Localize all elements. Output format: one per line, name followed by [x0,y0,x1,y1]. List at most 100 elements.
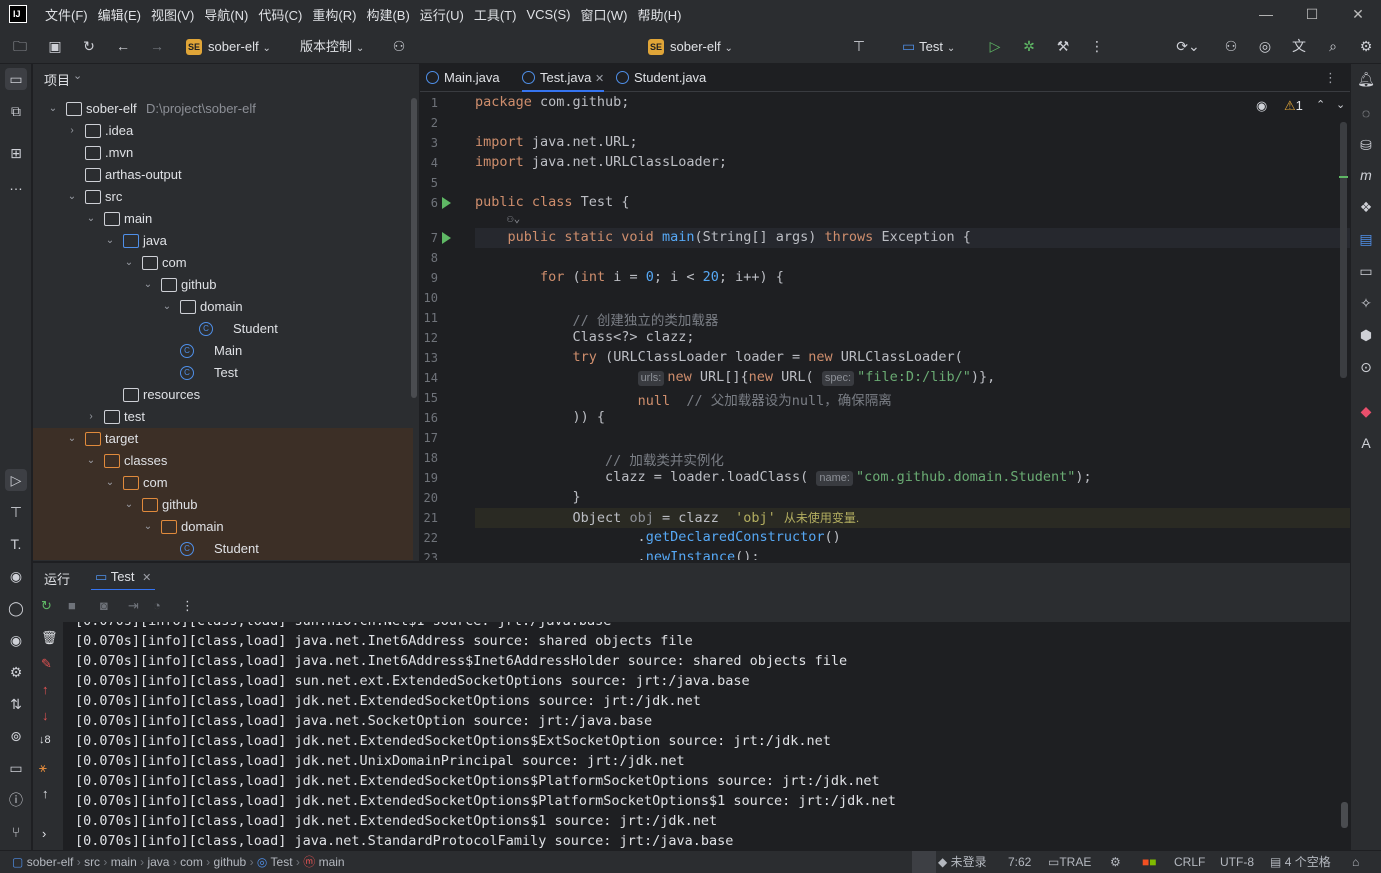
tree-row-com[interactable]: ⌄ com [33,252,413,274]
code-lens-hint[interactable]: ⚇⌄ [507,212,520,225]
reader-mode-eye-icon[interactable]: ◉ [1256,98,1267,114]
terminal-tool-icon[interactable]: T. [5,533,27,555]
menu-tools[interactable]: 工具(T) [469,5,522,24]
chevron-right-icon[interactable]: › [85,406,97,428]
problems-tool-icon[interactable]: ◯ [5,597,27,619]
chevron-down-icon[interactable]: ⌄ [66,428,78,450]
minimize-icon[interactable]: — [1243,0,1289,28]
tab-test-java[interactable]: Test.java ✕ [522,64,605,92]
structure-tool-icon[interactable]: ⊞ [5,142,27,164]
document-icon[interactable]: ▤ [1355,228,1377,250]
lock-icon[interactable]: ⌂ [1352,851,1359,873]
add-user-icon[interactable]: ⚇ [388,28,410,64]
run-icon[interactable]: ▷ [984,28,1006,64]
line-separator[interactable]: CRLF [1174,851,1205,873]
chevron-down-icon[interactable]: ⌄ [142,274,154,296]
trae-widget[interactable]: ▭TRAE [1048,851,1091,873]
run-class-gutter-icon[interactable] [442,197,451,209]
tree-row-domain[interactable]: ⌄ domain [33,296,413,318]
chevron-down-icon[interactable]: ⌄ [104,472,116,494]
tree-row-soberelf[interactable]: ⌄ sober-elf D:\project\sober-elf [33,98,413,120]
chevron-down-icon[interactable]: ⌄ [123,494,135,516]
menu-vcs[interactable]: VCS(S) [521,7,575,22]
tabs-more-icon[interactable]: ⋮ [1324,64,1337,92]
tree-row-target[interactable]: ⌄ target [33,428,413,450]
tab-main-java[interactable]: Main.java [426,64,500,92]
close-tab-icon[interactable]: ✕ [142,572,151,584]
caret-position[interactable]: 7:62 [1008,851,1031,873]
endpoints-tool-icon[interactable]: ⊚ [5,725,27,747]
tree-row-test[interactable]: › test [33,406,413,428]
menu-view[interactable]: 视图(V) [146,5,199,24]
project-selector[interactable]: SE sober-elf ⌄ [186,28,280,64]
file-encoding[interactable]: UTF-8 [1220,851,1254,873]
more-tools-icon[interactable]: … [5,174,27,196]
hammer-build-icon[interactable]: ⊤ [848,28,870,64]
copilot-icon[interactable]: ✧ [1355,292,1377,314]
terminal-window-icon[interactable]: ▭ [5,757,27,779]
git-tool-icon[interactable]: ⑂ [5,821,27,843]
plugin-pink-icon[interactable]: ◆ [1355,400,1377,422]
tree-row-resources[interactable]: resources [33,384,413,406]
project-panel-title[interactable]: 项目 [44,70,70,89]
console-output[interactable]: [0.070s][info][class,load] sun.nio.ch.Ne… [63,622,1350,850]
breadcrumb-item[interactable]: main [319,855,345,869]
tree-row-classes[interactable]: ⌄ classes [33,450,413,472]
forward-icon[interactable]: → [146,28,168,64]
cube-icon[interactable]: ⬢ [1355,324,1377,346]
save-icon[interactable]: ▣ [44,28,66,64]
close-tab-icon[interactable]: ✕ [595,73,604,85]
login-status[interactable]: ◆ 未登录 [938,851,987,873]
tree-row-src[interactable]: ⌄ src [33,186,413,208]
build-icon[interactable]: ⚒ [1052,28,1074,64]
next-highlight-icon[interactable]: ⌄ [1336,98,1345,111]
tree-row-arthasoutput[interactable]: arthas-output [33,164,413,186]
run-tab-test[interactable]: ▭ Test ✕ [91,563,156,591]
expand-icon[interactable]: › [42,826,46,841]
center-project-selector[interactable]: SE sober-elf ⌄ [648,28,742,64]
dependency-tool-icon[interactable]: ⇅ [5,693,27,715]
tree-row-main[interactable]: ⌄ main [33,208,413,230]
clear-icon[interactable]: ✎ [41,656,52,672]
chevron-down-icon[interactable]: ⌄ [85,208,97,230]
app-logo-icon[interactable]: IJ [9,5,27,23]
more-icon[interactable]: ⋮ [181,598,194,614]
exit-icon[interactable]: ⇥ [128,598,139,614]
tree-row-test[interactable]: C Test [33,362,413,384]
settings-gear-icon[interactable]: ⚙ [1354,28,1378,64]
update-icon[interactable]: ⟳⌄ [1170,28,1206,64]
menu-refactor[interactable]: 重构(R) [307,5,361,24]
menu-edit[interactable]: 编辑(E) [93,5,146,24]
chevron-down-icon[interactable]: ⌄ [123,252,135,274]
translate-panel-icon[interactable]: A [1355,432,1377,454]
breadcrumb-item[interactable]: Test [271,855,293,869]
breadcrumb-item[interactable]: sober-elf [27,855,74,869]
tree-scrollbar[interactable] [411,98,417,398]
tree-row-student[interactable]: C Student [33,318,413,340]
breadcrumb-item[interactable]: java [147,855,169,869]
menu-help[interactable]: 帮助(H) [632,5,686,24]
chevron-down-icon[interactable]: ⌄ [161,296,173,318]
up-arrow-icon[interactable]: ↑ [42,682,49,697]
indent-settings[interactable]: ▤ 4 个空格 [1270,851,1331,873]
ai-assistant-icon[interactable]: ◎ [1254,28,1276,64]
tree-row-java[interactable]: ⌄ java [33,230,413,252]
chevron-down-icon[interactable]: ⌄ [85,450,97,472]
menu-window[interactable]: 窗口(W) [576,5,633,24]
run-config-selector[interactable]: ▭ Test ⌄ [902,28,972,64]
chevron-down-icon[interactable]: ⌄ [73,69,82,82]
menu-run[interactable]: 运行(U) [415,5,469,24]
chevron-down-icon[interactable]: ⌄ [104,230,116,252]
tree-row-main[interactable]: C Main [33,340,413,362]
plugins-icon[interactable]: ❖ [1355,196,1377,218]
chevron-right-icon[interactable]: › [66,120,78,142]
menu-build[interactable]: 构建(B) [361,5,414,24]
sync-icon[interactable]: ↻ [78,28,100,64]
tree-row-mvn[interactable]: .mvn [33,142,413,164]
menu-navigate[interactable]: 导航(N) [199,5,253,24]
editor-scrollbar[interactable] [1340,122,1347,378]
rerun-icon[interactable]: ↻ [41,598,52,614]
breadcrumb-item[interactable]: github [214,855,247,869]
git-status-icon[interactable]: ⚙ [1110,851,1121,873]
code-with-me-icon[interactable]: ⚇ [1220,28,1242,64]
